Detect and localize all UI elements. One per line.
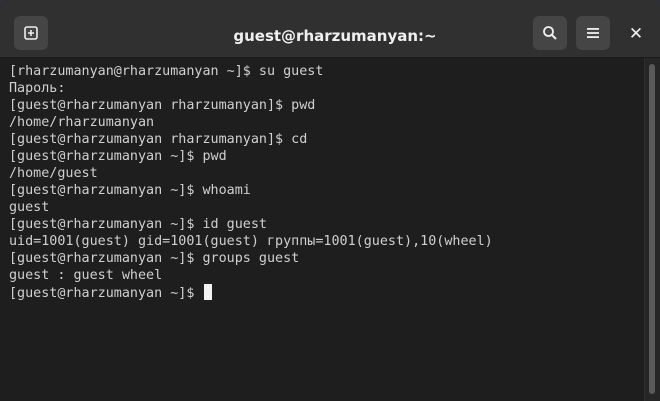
terminal-line: [guest@rharzumanyan ~]$ pwd (9, 149, 227, 164)
terminal-output: [rharzumanyan@rharzumanyan ~]$ su guest … (9, 63, 493, 301)
search-button[interactable] (533, 16, 567, 50)
terminal-line: [guest@rharzumanyan rharzumanyan]$ cd (9, 132, 308, 147)
terminal-line: [guest@rharzumanyan rharzumanyan]$ pwd (9, 98, 316, 113)
close-button[interactable]: ✕ (626, 24, 646, 44)
terminal-line: guest (9, 200, 50, 215)
terminal-line: /home/guest (9, 166, 98, 181)
terminal-prompt: [guest@rharzumanyan ~]$ (9, 286, 203, 301)
terminal-line: [rharzumanyan@rharzumanyan ~]$ su guest (9, 64, 324, 79)
scrollbar-thumb[interactable] (649, 64, 655, 394)
terminal-line: [guest@rharzumanyan ~]$ id guest (9, 217, 267, 232)
close-icon: ✕ (628, 24, 644, 44)
terminal-line: guest : guest wheel (9, 268, 163, 283)
terminal-body[interactable]: [rharzumanyan@rharzumanyan ~]$ su guest … (0, 58, 644, 401)
terminal-line: uid=1001(guest) gid=1001(guest) группы=1… (9, 234, 493, 249)
terminal-line: Пароль: (9, 81, 66, 96)
hamburger-menu-icon (587, 28, 599, 38)
terminal-prompt-line[interactable]: [guest@rharzumanyan ~]$ (9, 284, 493, 301)
search-icon (543, 26, 557, 40)
headerbar: guest@rharzumanyan:~ ✕ (0, 0, 660, 58)
terminal-window: guest@rharzumanyan:~ ✕ [rharzumanyan@rha… (0, 0, 660, 401)
text-cursor (204, 284, 213, 300)
terminal-line: /home/rharzumanyan (9, 115, 155, 130)
terminal-line: [guest@rharzumanyan ~]$ whoami (9, 183, 251, 198)
menu-button[interactable] (576, 16, 610, 50)
terminal-line: [guest@rharzumanyan ~]$ groups guest (9, 251, 300, 266)
